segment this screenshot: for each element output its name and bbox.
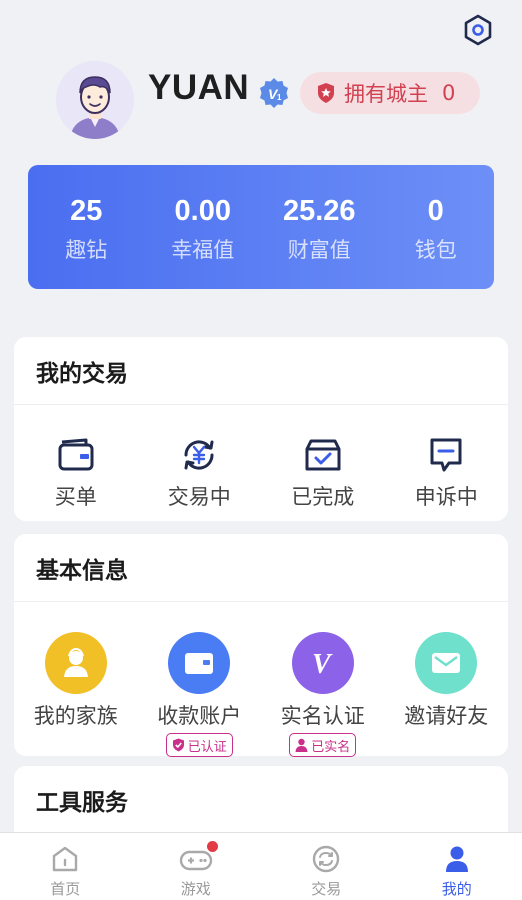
tab-mine[interactable]: 我的 — [392, 833, 522, 900]
wallet-icon — [58, 438, 94, 471]
info-item-my-family[interactable]: 我的家族 — [14, 602, 138, 757]
stat-happiness[interactable]: 0.00 幸福值 — [145, 165, 262, 289]
tab-trade[interactable]: 交易 — [261, 833, 392, 900]
stat-value: 25.26 — [282, 195, 356, 227]
info-item-label: 邀请好友 — [404, 704, 489, 728]
settings-button[interactable] — [460, 12, 496, 48]
info-item-label: 收款账户 — [157, 704, 242, 728]
basic-info-card: 基本信息 我的家族 收款账户 已认证 V 实名认证 已实名 邀请好友 — [14, 534, 509, 757]
city-owner-label: 拥有城主 — [344, 82, 428, 106]
stat-value: 25 — [70, 195, 103, 227]
tab-games[interactable]: 游戏 — [131, 833, 262, 900]
info-item-label: 我的家族 — [33, 704, 118, 728]
notification-dot — [206, 841, 218, 852]
stat-wealth[interactable]: 25.26 财富值 — [261, 165, 378, 289]
city-owner-count: 0 — [442, 81, 456, 105]
vip-badge-icon: V 1 — [260, 78, 288, 108]
svg-text:V: V — [312, 649, 333, 678]
tab-label: 首页 — [50, 880, 81, 898]
tab-home[interactable]: 首页 — [0, 833, 131, 900]
trade-item-in-progress[interactable]: 交易中 — [138, 405, 262, 511]
avatar[interactable] — [56, 61, 134, 139]
family-icon — [63, 647, 88, 677]
mail-icon — [432, 653, 461, 673]
section-title: 基本信息 — [14, 534, 508, 602]
my-trades-card: 我的交易 买单 交易中 已完成 申诉中 — [14, 337, 508, 521]
stat-value: 0.00 — [174, 195, 231, 227]
bottom-tab-bar: 首页 游戏 交易 我的 — [0, 832, 522, 900]
info-item-payment-account[interactable]: 收款账户 已认证 — [138, 602, 262, 757]
yuan-exchange-icon — [184, 440, 214, 470]
v-icon: V — [312, 649, 333, 678]
person-icon — [295, 738, 308, 752]
svg-text:1: 1 — [277, 93, 282, 102]
trade-item-appeal[interactable]: 申诉中 — [385, 405, 509, 511]
city-owner-pill[interactable]: 拥有城主 0 — [300, 72, 480, 114]
info-item-label: 实名认证 — [280, 704, 365, 728]
trade-item-label: 买单 — [54, 485, 97, 509]
shield-check-icon — [172, 738, 184, 752]
person-icon — [445, 846, 468, 872]
tab-label: 交易 — [311, 880, 342, 898]
trade-item-label: 交易中 — [167, 485, 231, 509]
tab-label: 我的 — [441, 880, 472, 898]
exchange-icon — [313, 845, 340, 873]
tab-label: 游戏 — [180, 880, 211, 898]
stat-label: 钱包 — [414, 238, 457, 262]
box-check-icon — [305, 439, 341, 471]
trade-item-label: 已完成 — [291, 485, 355, 509]
chat-appeal-icon — [430, 438, 462, 472]
stat-label: 财富值 — [287, 238, 351, 262]
stat-qu-diamond[interactable]: 25 趣钻 — [28, 165, 145, 289]
trade-item-buy-orders[interactable]: 买单 — [14, 405, 138, 511]
stats-card: 25 趣钻 0.00 幸福值 25.26 财富值 0 钱包 — [28, 165, 494, 289]
section-title: 工具服务 — [36, 790, 128, 816]
stat-label: 幸福值 — [171, 238, 235, 262]
shield-star-icon — [318, 83, 334, 103]
stat-wallet[interactable]: 0 钱包 — [378, 165, 495, 289]
trade-item-label: 申诉中 — [414, 485, 478, 509]
settings-icon — [464, 14, 492, 46]
realname-tag: 已实名 — [289, 733, 357, 757]
card-icon — [185, 653, 214, 674]
info-item-real-name[interactable]: V 实名认证 已实名 — [261, 602, 385, 757]
home-icon — [53, 846, 78, 872]
stat-label: 趣钻 — [65, 238, 108, 262]
stat-value: 0 — [427, 195, 444, 227]
trade-item-completed[interactable]: 已完成 — [261, 405, 385, 511]
section-title: 我的交易 — [14, 337, 508, 405]
profile-page: YUAN V 1 拥有城主 0 25 趣钻 0.00 幸福值 25.26 财富值… — [0, 0, 522, 900]
verified-tag: 已认证 — [165, 733, 233, 757]
username: YUAN — [148, 68, 250, 107]
info-item-invite-friends[interactable]: 邀请好友 — [385, 602, 509, 757]
